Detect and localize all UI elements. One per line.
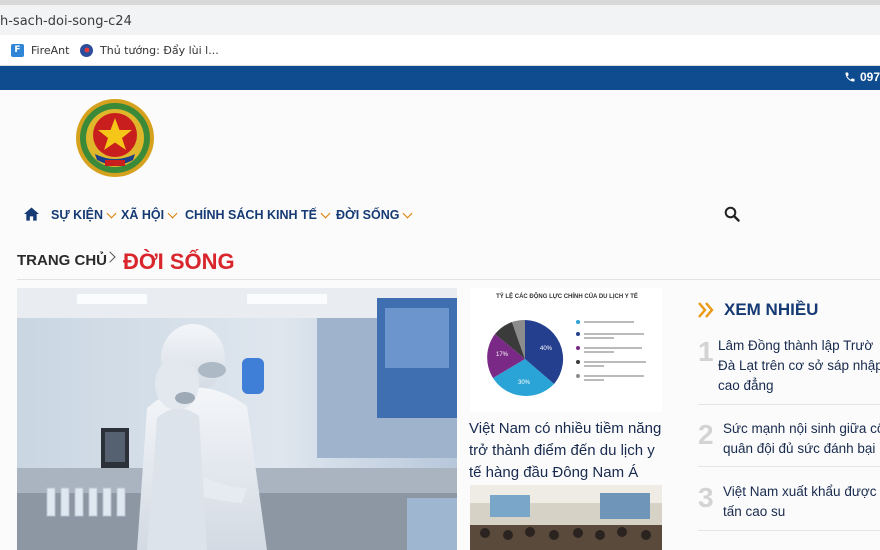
nav-kinh-te[interactable]: KINH TẾ [267,208,331,222]
nav-label: XÃ HỘI [121,208,165,222]
chevron-down-icon [403,208,413,219]
article-title-link[interactable]: Việt Nam có nhiều tiềm năng trở thành đi… [469,418,669,484]
rank-number: 1 [698,336,714,367]
fireant-icon: F [11,43,24,57]
title-line: Đà Lạt trên cơ sở sáp nhập [718,358,880,373]
nav-doi-song[interactable]: ĐỜI SỐNG [336,208,413,222]
lab-scene-image [17,288,457,550]
legend-graphic [576,320,646,381]
title-line: Sức mạnh nội sinh giữa cô [723,421,880,436]
pie-label: 30% [518,380,531,386]
most-viewed-item[interactable]: 3 Việt Nam xuất khẩu được tấn cao su [698,482,880,526]
rank-number: 2 [698,419,714,450]
bookmark-label: FireAnt [31,43,70,57]
hotline[interactable]: 097 [844,70,880,84]
title-line: tấn cao su [723,504,786,519]
pie-label: 40% [540,346,553,352]
bookmark-label: Thủ tướng: Đẩy lùi l... [100,43,219,57]
title-line: cao đẳng [718,378,774,393]
police-emblem-logo [76,99,154,177]
most-viewed-item-title[interactable]: Sức mạnh nội sinh giữa cô quân đội đủ sứ… [723,419,880,459]
most-viewed-item[interactable]: 1 Lâm Đồng thành lập Trườ Đà Lạt trên cơ… [698,336,880,396]
phone-number: 097 [859,70,880,84]
chevron-down-icon [320,208,331,219]
most-viewed-item[interactable]: 2 Sức mạnh nội sinh giữa cô quân đội đủ … [698,419,880,463]
page-title: ĐỜI SỐNG [123,249,235,274]
divider [17,279,880,280]
home-icon[interactable] [24,207,39,221]
most-viewed-header: XEM NHIỀU [698,300,818,320]
nav-su-kien[interactable]: SỰ KIỆN [51,208,117,222]
most-viewed-title: XEM NHIỀU [724,300,819,319]
double-chevron-right-icon [698,302,714,318]
hero-article-image[interactable] [17,288,457,550]
divider [698,466,880,467]
phone-icon [845,72,855,82]
nav-chinh-sach[interactable]: CHÍNH SÁCH [185,208,263,222]
search-icon[interactable] [724,206,740,222]
nav-label: CHÍNH SÁCH [185,208,264,222]
nav-label: KINH TẾ [267,208,317,222]
divider [698,530,880,531]
nav-label: ĐỜI SỐNG [336,208,400,222]
gov-site-icon [80,43,93,57]
infographic-title: TỶ LỆ CÁC ĐỘNG LỰC CHÍNH CỦA DU LỊCH Y T… [496,294,638,300]
bookmark-gov[interactable]: Thủ tướng: Đẩy lùi l... [80,42,219,58]
infographic-image[interactable]: TỶ LỆ CÁC ĐỘNG LỰC CHÍNH CỦA DU LỊCH Y T… [470,288,662,412]
site-top-bar: 097 [0,66,880,90]
nav-xa-hoi[interactable]: XÃ HỘI [121,208,178,222]
chevron-down-icon [106,208,117,219]
chevron-down-icon [167,208,178,219]
site-logo[interactable] [75,98,155,178]
nav-label: SỰ KIỆN [51,208,104,222]
browser-url-bar[interactable]: h-sach-doi-song-c24 [0,0,880,35]
divider [698,404,880,405]
pie-label: 17% [496,352,509,358]
main-nav: SỰ KIỆN XÃ HỘI CHÍNH SÁCH KINH TẾ ĐỜI SỐ… [0,200,880,230]
bookmark-fireant[interactable]: F FireAnt [11,42,69,58]
pie-chart-graphic: 40% 30% 17% [487,319,564,396]
breadcrumb-home[interactable]: TRANG CHỦ [17,252,107,269]
most-viewed-item-title[interactable]: Lâm Đồng thành lập Trườ Đà Lạt trên cơ s… [718,336,880,396]
title-line: quân đội đủ sức đánh bại [723,441,876,456]
url-text[interactable]: h-sach-doi-song-c24 [0,14,132,29]
article-thumbnail-image[interactable] [470,485,662,550]
title-line: Lâm Đồng thành lập Trườ [718,338,874,353]
title-line: Việt Nam xuất khẩu được [723,484,877,499]
classroom-image [470,485,662,550]
rank-number: 3 [698,482,714,513]
most-viewed-item-title[interactable]: Việt Nam xuất khẩu được tấn cao su [723,482,880,522]
bookmarks-bar: F FireAnt Thủ tướng: Đẩy lùi l... [0,35,880,66]
